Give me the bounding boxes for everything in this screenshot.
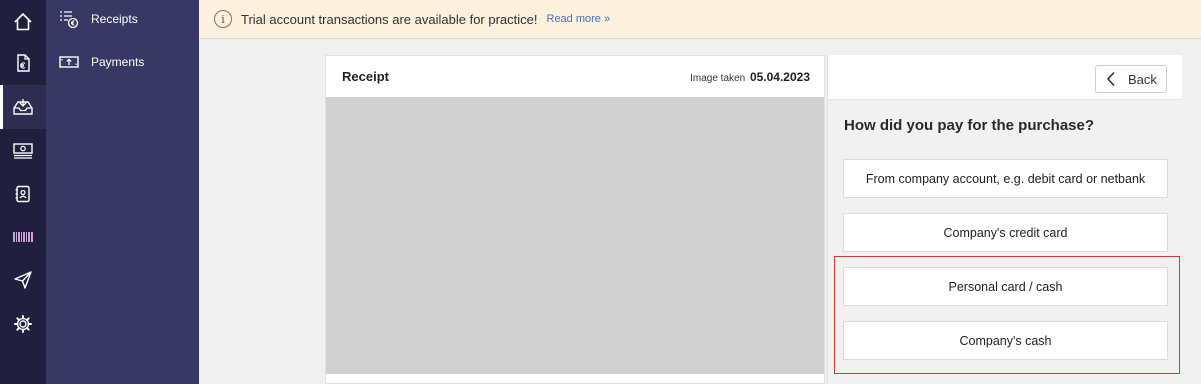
rail-home[interactable]	[0, 0, 46, 44]
back-button-label: Back	[1128, 71, 1157, 87]
rail-barcode[interactable]	[0, 215, 46, 259]
invoice-euro-icon	[17, 54, 30, 72]
payment-method-panel: Back How did you pay for the purchase? F…	[827, 55, 1182, 384]
read-more-link[interactable]: Read more »	[547, 13, 611, 25]
image-taken-date: 05.04.2023	[749, 69, 810, 84]
rail-money[interactable]	[0, 129, 46, 173]
gear-icon	[14, 315, 32, 333]
image-taken: Image taken 05.04.2023	[690, 70, 810, 84]
receipts-icon	[58, 8, 80, 30]
chevron-left-icon	[1106, 71, 1115, 87]
money-stack-icon	[13, 143, 33, 159]
rail-inbox[interactable]	[0, 85, 46, 129]
option-company-cash[interactable]: Company's cash	[843, 321, 1168, 360]
rail-settings[interactable]	[0, 302, 46, 346]
payment-question: How did you pay for the purchase?	[844, 117, 1095, 134]
rail-contacts[interactable]	[0, 172, 46, 216]
icon-rail	[0, 0, 46, 384]
subnav-item-receipts[interactable]: Receipts	[46, 0, 199, 38]
subnav-label-receipts: Receipts	[91, 12, 138, 26]
rail-send[interactable]	[0, 258, 46, 302]
receipt-image-placeholder[interactable]	[326, 97, 824, 374]
subnav-label-payments: Payments	[91, 55, 145, 69]
contact-book-icon	[15, 185, 30, 203]
back-button[interactable]: Back	[1095, 65, 1167, 93]
option-company-credit-card[interactable]: Company's credit card	[843, 213, 1168, 252]
option-personal-card-cash[interactable]: Personal card / cash	[843, 267, 1168, 306]
receipt-header: Receipt Image taken 05.04.2023	[326, 56, 824, 97]
sub-navigation: Receipts Payments	[46, 0, 199, 384]
notice-message: Trial account transactions are available…	[241, 11, 538, 27]
rail-invoices[interactable]	[0, 41, 46, 85]
receipt-panel: Receipt Image taken 05.04.2023	[325, 55, 825, 384]
payments-icon	[58, 51, 80, 73]
option-company-account[interactable]: From company account, e.g. debit card or…	[843, 159, 1168, 198]
subnav-item-payments[interactable]: Payments	[46, 43, 199, 81]
info-icon: i	[214, 10, 232, 28]
inbox-icon	[13, 99, 33, 115]
image-taken-label: Image taken	[690, 72, 746, 84]
payment-panel-header: Back	[828, 55, 1182, 100]
receipt-title: Receipt	[342, 69, 389, 84]
barcode-icon	[13, 232, 33, 242]
trial-notice-bar: i Trial account transactions are availab…	[199, 0, 1201, 39]
home-icon	[14, 13, 32, 31]
send-icon	[14, 271, 32, 289]
